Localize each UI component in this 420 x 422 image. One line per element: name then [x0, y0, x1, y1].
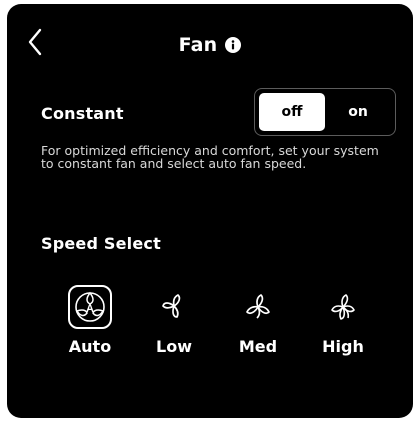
fan-med-icon	[246, 294, 270, 319]
constant-toggle[interactable]: off on	[254, 88, 396, 136]
header: Fan	[7, 34, 413, 56]
speed-high-label: High	[322, 337, 364, 356]
speed-low-label: Low	[156, 337, 192, 356]
fan-auto-icon: A	[75, 291, 105, 322]
speed-med-icon-box	[236, 285, 280, 329]
info-icon	[225, 37, 242, 53]
constant-label: Constant	[41, 104, 124, 123]
fan-low-icon	[162, 294, 181, 318]
speed-med-label: Med	[238, 337, 278, 356]
fan-settings-panel: Fan Constant off on For optimized effici…	[7, 4, 413, 418]
speed-auto-icon-box: A	[68, 285, 112, 329]
speed-auto-label: Auto	[68, 337, 112, 356]
speed-option-auto[interactable]: A Auto	[55, 285, 125, 356]
page-title: Fan	[178, 34, 218, 56]
speed-option-med[interactable]: Med	[223, 285, 293, 356]
speed-low-icon-box	[152, 285, 196, 329]
constant-description: For optimized efficiency and comfort, se…	[41, 143, 379, 171]
info-button[interactable]	[225, 36, 242, 53]
speed-option-high[interactable]: High	[308, 285, 378, 356]
speed-select-label: Speed Select	[41, 234, 161, 253]
speed-high-icon-box	[321, 285, 365, 329]
svg-text:A: A	[86, 303, 94, 315]
fan-high-icon	[331, 294, 355, 320]
speed-option-low[interactable]: Low	[139, 285, 209, 356]
constant-on-option[interactable]: on	[325, 93, 391, 131]
constant-off-option[interactable]: off	[259, 93, 325, 131]
speed-options: A Auto Low Med High	[7, 285, 413, 365]
